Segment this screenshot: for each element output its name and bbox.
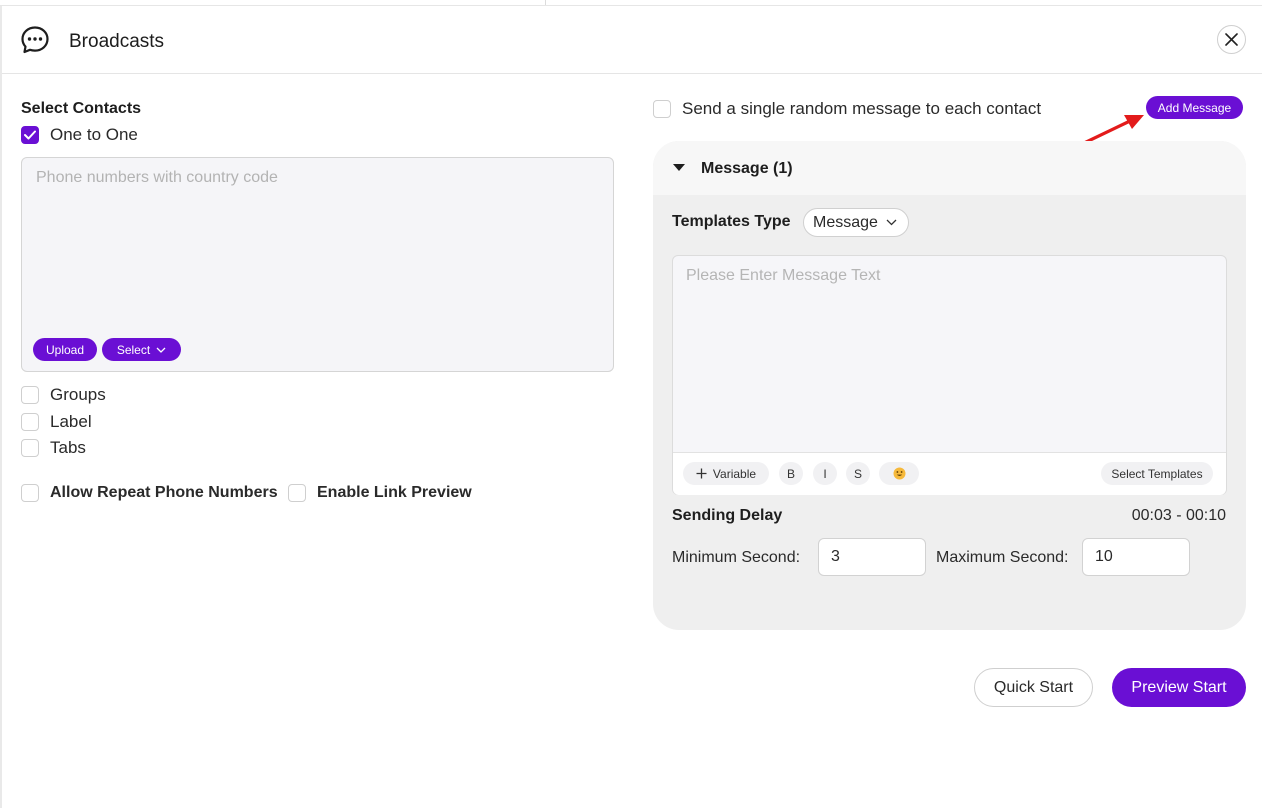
one-to-one-checkbox[interactable]	[21, 126, 39, 144]
left-edge	[0, 6, 2, 808]
add-message-button[interactable]: Add Message	[1146, 96, 1243, 119]
sending-delay-label: Sending Delay	[672, 507, 783, 524]
random-message-option[interactable]: Send a single random message to each con…	[653, 99, 1041, 119]
checkmark-icon	[24, 130, 36, 140]
one-to-one-label: One to One	[50, 125, 138, 144]
random-message-label: Send a single random message to each con…	[682, 99, 1042, 118]
insert-variable-button[interactable]: Variable	[683, 462, 769, 485]
preview-start-button[interactable]: Preview Start	[1112, 668, 1246, 707]
label-option[interactable]: Label	[21, 412, 92, 432]
groups-option[interactable]: Groups	[21, 385, 106, 405]
groups-label: Groups	[50, 385, 106, 404]
random-message-checkbox[interactable]	[653, 100, 671, 118]
collapse-triangle-icon[interactable]	[673, 164, 685, 171]
sending-delay-range: 00:03 - 00:10	[1131, 507, 1226, 524]
tabs-option[interactable]: Tabs	[21, 438, 86, 458]
quick-start-button[interactable]: Quick Start	[974, 668, 1093, 707]
allow-repeat-label: Allow Repeat Phone Numbers	[50, 484, 278, 501]
italic-label: I	[823, 466, 827, 481]
strikethrough-button[interactable]: S	[846, 462, 870, 485]
allow-repeat-checkbox[interactable]	[21, 484, 39, 502]
add-message-label: Add Message	[1157, 100, 1232, 115]
plus-icon	[696, 468, 707, 479]
upload-label: Upload	[45, 342, 85, 357]
bold-label: B	[786, 466, 795, 481]
dialog-header: Broadcasts	[2, 7, 1262, 74]
tabs-checkbox[interactable]	[21, 439, 39, 457]
variable-label: Variable	[712, 466, 757, 481]
dialog-title: Broadcasts	[69, 31, 165, 52]
link-preview-label: Enable Link Preview	[317, 484, 472, 501]
tabs-label: Tabs	[50, 438, 86, 457]
chevron-down-icon	[886, 219, 897, 226]
close-button[interactable]	[1217, 25, 1246, 54]
italic-button[interactable]: I	[813, 462, 837, 485]
phone-numbers-box: Upload Select	[21, 157, 614, 372]
close-icon	[1225, 33, 1238, 46]
phone-numbers-input[interactable]	[22, 158, 613, 328]
message-editor: Variable B I S Select Templates	[672, 255, 1227, 495]
select-contacts-dropdown[interactable]: Select	[102, 338, 181, 361]
editor-toolbar: Variable B I S Select Templates	[673, 452, 1226, 495]
maximum-second-label: Maximum Second:	[936, 549, 1069, 566]
quick-start-label: Quick Start	[993, 678, 1074, 696]
label-label: Label	[50, 412, 92, 431]
top-divider	[545, 0, 546, 5]
message-panel-header[interactable]: Message (1)	[653, 141, 1246, 195]
select-contacts-label: Select Contacts	[21, 100, 142, 117]
emoji-button[interactable]	[879, 462, 919, 485]
select-templates-button[interactable]: Select Templates	[1101, 462, 1213, 485]
groups-checkbox[interactable]	[21, 386, 39, 404]
templates-type-select[interactable]: Message	[803, 208, 909, 237]
maximum-second-input[interactable]	[1082, 538, 1190, 576]
minimum-second-input[interactable]	[818, 538, 926, 576]
preview-start-label: Preview Start	[1131, 678, 1227, 696]
strike-label: S	[853, 466, 862, 481]
min-label-text: Minimum Second	[672, 549, 796, 566]
top-strip	[0, 0, 1262, 6]
link-preview-checkbox[interactable]	[288, 484, 306, 502]
upload-button[interactable]: Upload	[33, 338, 97, 361]
bold-button[interactable]: B	[779, 462, 803, 485]
max-label-text: Maximum Second	[936, 549, 1065, 566]
minimum-second-label: Minimum Second:	[672, 549, 801, 566]
label-checkbox[interactable]	[21, 413, 39, 431]
one-to-one-option[interactable]: One to One	[21, 125, 138, 145]
templates-type-label: Templates Type	[672, 213, 791, 230]
chat-bubble-icon	[20, 25, 50, 55]
message-panel-title: Message (1)	[701, 160, 793, 177]
chevron-down-icon	[156, 347, 166, 353]
link-preview-option[interactable]: Enable Link Preview	[288, 484, 472, 502]
message-panel: Message (1) Templates Type Message Varia…	[653, 141, 1246, 630]
select-templates-label: Select Templates	[1111, 466, 1203, 481]
allow-repeat-option[interactable]: Allow Repeat Phone Numbers	[21, 484, 278, 502]
templates-type-value: Message	[813, 213, 878, 231]
message-text-input[interactable]	[673, 256, 1226, 451]
emoji-icon	[893, 467, 905, 480]
select-label: Select	[116, 342, 151, 357]
